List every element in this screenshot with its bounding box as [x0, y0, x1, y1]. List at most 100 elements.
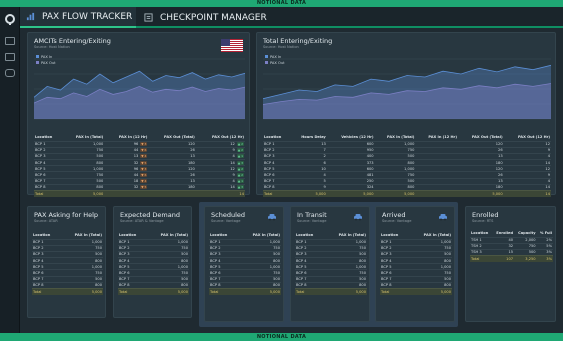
cell-value: 120 — [495, 142, 503, 147]
arrived-panel: Arrived Source: Vantage Location PAX In (… — [375, 206, 455, 322]
cell-value: 1,000 — [355, 264, 366, 269]
total-cell: 5,000 — [457, 189, 504, 197]
total-cell: 5,000 — [408, 287, 452, 295]
cell-value: BCP 8 — [35, 185, 46, 190]
cell-value: 1,000 — [440, 240, 451, 245]
total-cell: Total — [118, 287, 147, 295]
cell-value: 1,000 — [177, 240, 188, 245]
cell-value: 4 — [232, 179, 235, 184]
cell-value: 750 — [96, 173, 104, 178]
cell-value: BCP 5 — [35, 166, 46, 171]
cell-value: 500 — [95, 277, 102, 282]
cell-value: BCP 5 — [33, 264, 44, 269]
cell-value: 13 — [498, 179, 503, 184]
cell-value: 14 — [230, 185, 235, 190]
cell-value: BCP 7 — [264, 179, 275, 184]
trend-badge: ▼ 4 — [140, 179, 148, 184]
total-cell: 3,250 — [514, 255, 537, 262]
total-cell: 5,000 — [323, 287, 367, 295]
cell-value: 44 — [133, 173, 139, 178]
cell-value: BCP 4 — [33, 258, 44, 263]
cell-value: 1,000 — [177, 264, 188, 269]
cell-value: BCP 6 — [296, 271, 307, 276]
enrolled-table: Location Enrolled Capacity% Full TSH 1 40 2,0… — [470, 229, 553, 262]
cell-value: 1,000 — [92, 166, 104, 171]
scheduled-table: Location PAX In (Total) BCP 1 1,000 BCP 2 750… — [209, 231, 281, 295]
column-header: PAX In (Total) — [74, 232, 102, 237]
cell-value: 26 — [190, 148, 195, 153]
cell-value: 18 — [133, 179, 139, 184]
total-row: Total 5,000 — [209, 287, 281, 295]
trend-badge: ▲ 2 — [236, 173, 244, 178]
column-header: Location — [35, 134, 53, 139]
cell-value: BCP 8 — [33, 283, 44, 288]
table-header-row: Location PAX In (Total) — [32, 231, 103, 239]
cell-value: 180 — [495, 160, 503, 165]
table-header-row: Location PAX In (Total) — [295, 231, 367, 239]
logo-icon[interactable] — [5, 14, 15, 25]
tab-pax-flow-tracker[interactable]: PAX FLOW TRACKER — [20, 7, 136, 28]
cell-value: 250 — [366, 179, 374, 184]
enrolled-panel: Enrolled Source: RTS Location Enrolled Cap… — [465, 206, 556, 322]
cell-value: 324 — [366, 185, 374, 190]
panel-title: Enrolled — [472, 211, 499, 219]
cell-value: 800 — [181, 258, 188, 263]
cell-value: 26 — [190, 173, 195, 178]
column-header: PAX In (Total) — [160, 232, 188, 237]
cell-value: BCP 3 — [119, 252, 130, 257]
cell-value: 14 — [230, 160, 235, 165]
cell-value: 500 — [444, 252, 451, 257]
cell-value: 500 — [273, 277, 280, 282]
column-header: Location — [210, 232, 228, 237]
cell-value: BCP 1 — [210, 240, 221, 245]
panel-title: AMCITs Entering/Exiting — [34, 37, 111, 45]
trend-badge: ▼ 5 — [140, 185, 148, 190]
cell-value: TSH 2 — [471, 244, 482, 249]
total-cell: 5,000 — [237, 287, 281, 295]
asking-panel: PAX Asking for Help Source: ATAR Locatio… — [27, 206, 106, 318]
panel-source: Source: ATAR & Vantage — [120, 219, 164, 223]
cell-value: 3% — [546, 250, 552, 255]
cell-value: 950 — [366, 148, 374, 153]
cell-value: 12 — [545, 142, 550, 147]
column-header: PAX In (12 Hr) — [428, 134, 457, 139]
in-transit-panel: In Transit Source: Vantage Location PAX I… — [290, 206, 370, 322]
panel-title: Arrived — [382, 211, 406, 219]
cell-value: BCP 5 — [381, 264, 392, 269]
cell-value: 750 — [95, 271, 102, 276]
vehicle-icon[interactable] — [5, 69, 15, 77]
cell-value: 9 — [323, 185, 326, 190]
cell-value: 750 — [444, 246, 451, 251]
scheduled-panel: Scheduled Source: Vantage Location PAX In… — [204, 206, 284, 322]
cell-value: 1,000 — [404, 166, 415, 171]
cell-value: BCP 3 — [210, 252, 221, 257]
total-cell: 5,000 — [289, 189, 327, 197]
cell-value: 180 — [187, 185, 195, 190]
cell-value: 800 — [444, 258, 451, 263]
cell-value: 96 — [133, 142, 139, 147]
camera-icon[interactable] — [5, 37, 15, 45]
calendar-icon[interactable] — [5, 53, 15, 61]
tab-checkpoint-manager[interactable]: CHECKPOINT MANAGER — [140, 7, 280, 28]
cell-value: BCP 1 — [296, 240, 307, 245]
cell-value: 750 — [273, 246, 280, 251]
total-cell: Total — [380, 287, 409, 295]
cell-value: 500 — [359, 277, 366, 282]
cell-value: BCP 6 — [35, 173, 46, 178]
cell-value: 120 — [187, 166, 195, 171]
cell-value: BCP 1 — [381, 240, 392, 245]
cell-value: BCP 3 — [264, 154, 275, 159]
column-header: % Full — [539, 230, 552, 235]
cell-value: BCP 4 — [264, 160, 275, 165]
trend-badge: ▼ 5 — [140, 160, 148, 165]
cell-value: 800 — [96, 185, 104, 190]
panel-title: PAX Asking for Help — [34, 211, 99, 219]
legend-label: PAX In — [270, 55, 281, 59]
cell-value: 2,000 — [525, 238, 536, 243]
asking-table: Location PAX In (Total) BCP 1 1,000 BCP 2 750… — [32, 231, 103, 295]
cell-value: 1,000 — [404, 142, 415, 147]
cell-value: 6 — [323, 160, 326, 165]
cell-value: 4 — [323, 173, 326, 178]
cell-value: 750 — [359, 271, 366, 276]
cell-value: 9 — [232, 148, 235, 153]
